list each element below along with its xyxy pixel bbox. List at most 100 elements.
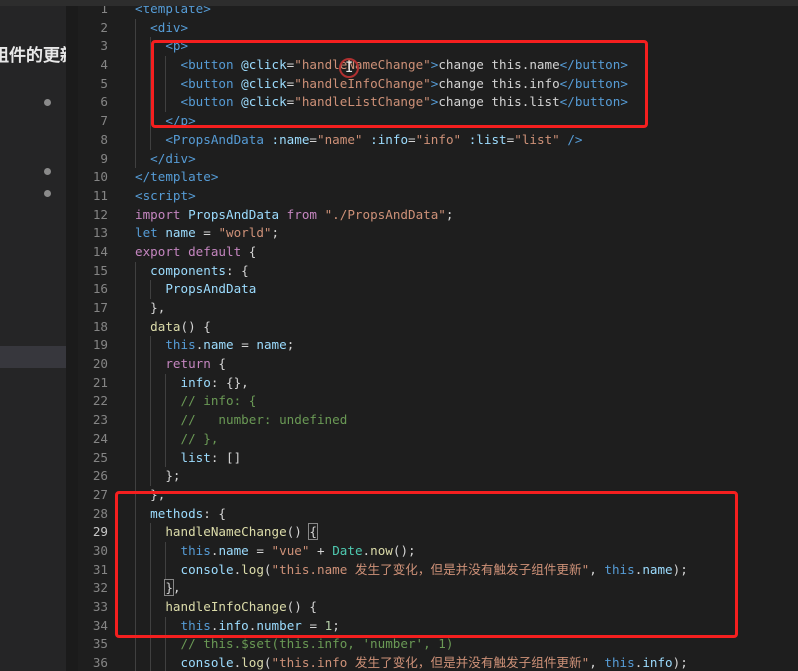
side-panel-selected-item[interactable] — [0, 346, 66, 368]
code-token: name — [165, 225, 196, 241]
code-token: log — [241, 655, 264, 671]
code-token: import — [135, 206, 189, 222]
code-text: </template> — [135, 168, 218, 187]
annotation-box-methods — [115, 491, 738, 638]
code-token: }, — [135, 300, 166, 315]
code-token: { — [218, 356, 227, 372]
modified-dot — [44, 99, 51, 106]
code-text: components: { — [135, 262, 249, 281]
code-text: return { — [135, 355, 226, 374]
line-number: 27 — [92, 486, 108, 502]
line-number: 9 — [100, 150, 108, 166]
code-text: info: {}, — [135, 374, 249, 393]
line-number: 8 — [100, 131, 108, 147]
code-text: <PropsAndData :name="name" :info="info" … — [135, 131, 582, 150]
code-token: list — [180, 449, 211, 465]
line-number: 4 — [100, 57, 108, 73]
code-token: info — [642, 655, 673, 671]
code-token: // }, — [180, 430, 219, 446]
line-number: 25 — [92, 449, 108, 465]
code-text: // number: undefined — [135, 411, 348, 430]
line-number: 20 — [92, 356, 108, 372]
code-token: "name" — [317, 131, 363, 147]
code-token: "./PropsAndData" — [324, 206, 446, 222]
line-number: 24 — [92, 430, 108, 446]
code-token: "this.info 发生了变化，但是并没有触发子组件更新" — [271, 655, 590, 671]
line-number: 26 — [92, 468, 108, 484]
code-token: = — [195, 225, 219, 241]
code-token: = — [309, 131, 318, 147]
code-token: <template> — [135, 6, 211, 16]
code-token: }; — [135, 468, 181, 484]
code-token: : {}, — [210, 374, 249, 390]
code-text: data() { — [135, 318, 211, 337]
code-token: "world" — [218, 225, 272, 241]
line-number: 36 — [92, 655, 108, 671]
code-token: , — [589, 655, 605, 671]
code-text: // this.$set(this.info, 'number', 1) — [135, 635, 454, 654]
code-token: = — [233, 337, 257, 353]
code-token: PropsAndData — [188, 206, 287, 222]
line-number: 23 — [92, 412, 108, 428]
code-text: export default { — [135, 243, 256, 262]
code-text: list: [] — [135, 449, 242, 468]
text-cursor-icon: I — [345, 60, 354, 76]
code-token: name — [256, 337, 287, 353]
code-token: ( — [263, 655, 272, 671]
code-text: this.name = name; — [135, 336, 294, 355]
line-number: 7 — [100, 113, 108, 129]
code-text: // }, — [135, 430, 219, 449]
line-number: 13 — [92, 225, 108, 241]
annotation-box-template-buttons — [151, 40, 648, 128]
code-text: }; — [135, 467, 181, 486]
line-number: 29 — [92, 524, 108, 540]
side-panel-title: 组件的更新 — [0, 46, 66, 66]
code-token: :list — [468, 131, 507, 147]
code-text: <div> — [135, 19, 188, 38]
modified-dot — [44, 190, 51, 197]
code-token: data — [150, 318, 181, 334]
line-number: 21 — [92, 374, 108, 390]
code-token: // info: { — [180, 393, 257, 409]
code-token: let — [135, 225, 166, 241]
modified-dot — [44, 168, 51, 175]
code-text: PropsAndData — [135, 280, 256, 299]
code-token: <div> — [150, 19, 189, 35]
code-text: }, — [135, 299, 165, 318]
code-token: ); — [672, 655, 688, 671]
line-number: 1 — [100, 6, 108, 16]
code-token: () { — [180, 318, 211, 334]
code-token: </div> — [150, 150, 196, 166]
code-token: :info — [370, 131, 409, 147]
code-token: ; — [286, 337, 295, 353]
code-text: <script> — [135, 187, 196, 206]
line-number: 5 — [100, 75, 108, 91]
code-token: // number: undefined — [180, 412, 348, 428]
code-token: console — [180, 655, 234, 671]
line-number: 19 — [92, 337, 108, 353]
code-token: components — [150, 262, 226, 278]
line-number: 35 — [92, 636, 108, 652]
line-number: 3 — [100, 38, 108, 54]
code-token: { — [248, 243, 257, 259]
line-number: 18 — [92, 318, 108, 334]
line-number: 22 — [92, 393, 108, 409]
code-token: info — [180, 374, 211, 390]
code-text: <template> — [135, 6, 211, 19]
code-token: = — [408, 131, 416, 147]
code-token: PropsAndData — [165, 281, 257, 297]
